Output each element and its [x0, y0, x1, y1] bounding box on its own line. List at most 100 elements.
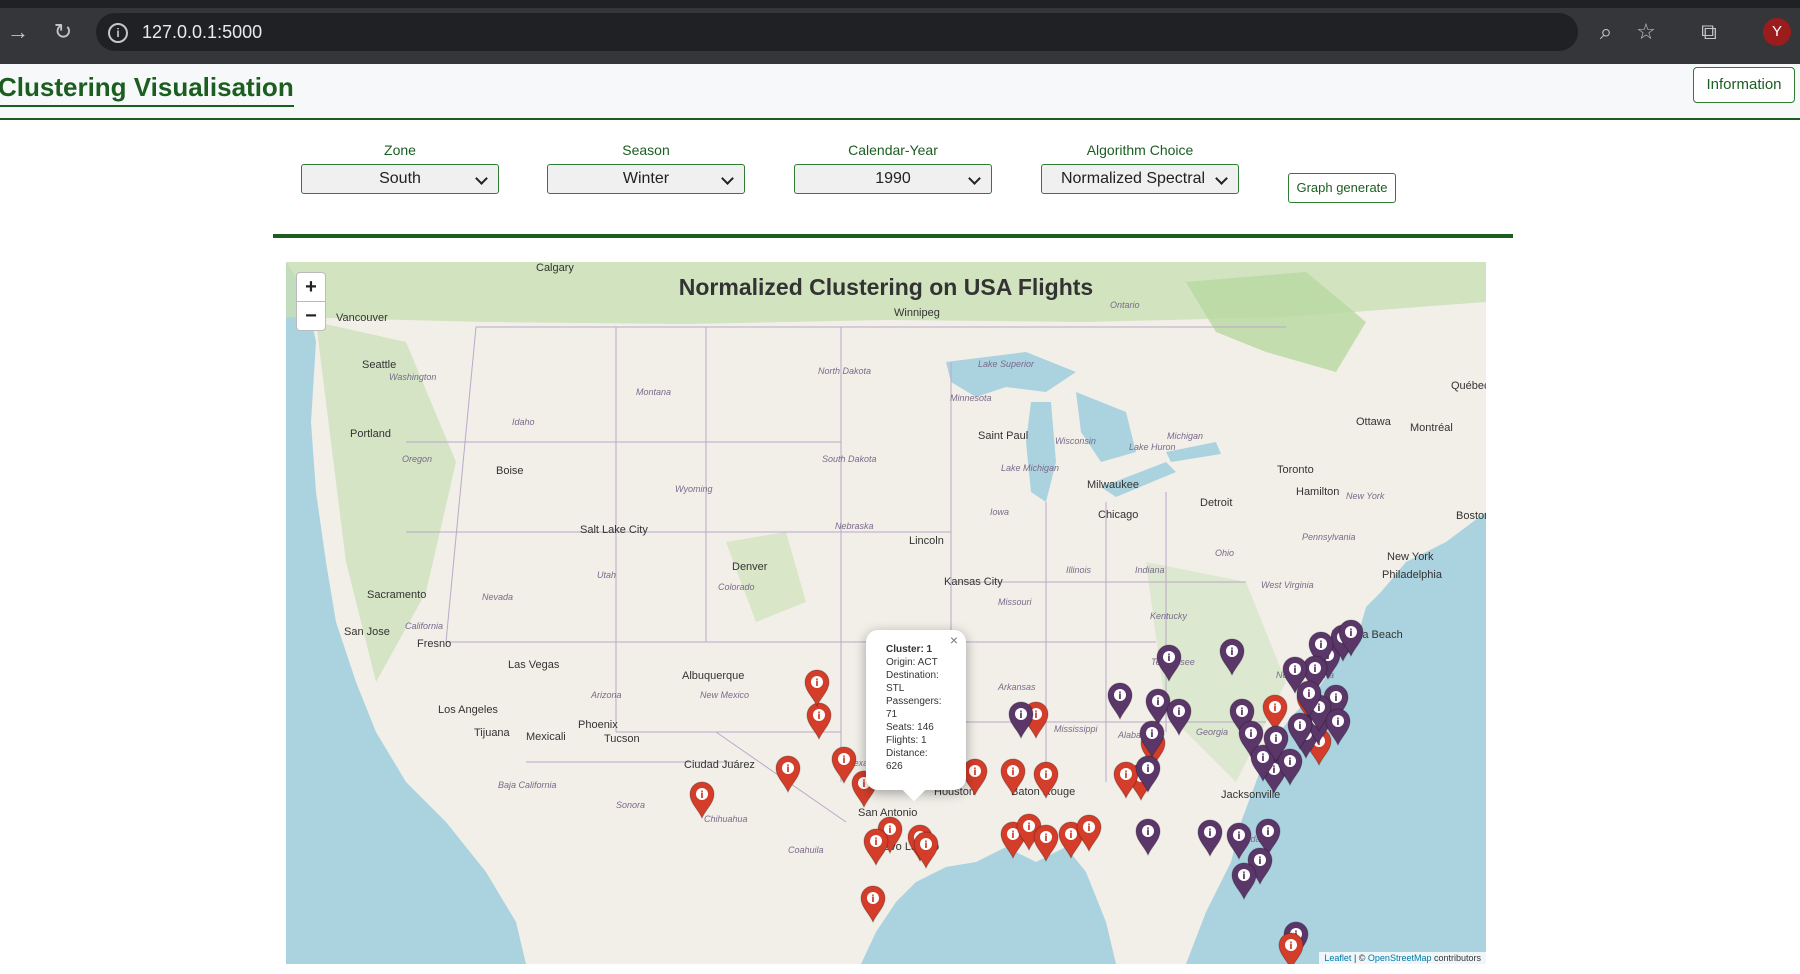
city-label: Ciudad Juárez [684, 759, 755, 771]
zoom-icon[interactable]: ⌕ [1593, 19, 1619, 45]
map-marker[interactable]: i [1106, 682, 1134, 720]
chevron-down-icon [721, 172, 734, 185]
map-marker[interactable]: i [1230, 862, 1258, 900]
map-marker[interactable]: i [1277, 932, 1305, 964]
map-marker[interactable]: i [1225, 822, 1253, 860]
zoom-out-button[interactable]: − [296, 301, 326, 331]
map-marker[interactable]: i [1134, 818, 1162, 856]
forward-icon[interactable]: → [5, 19, 31, 45]
map-marker[interactable]: i [1324, 708, 1352, 746]
chevron-down-icon [1215, 172, 1228, 185]
information-button[interactable]: Information [1693, 67, 1795, 103]
region-label: Sonora [616, 800, 646, 810]
svg-text:i: i [1156, 697, 1159, 708]
page-title: Clustering Visualisation [0, 72, 294, 107]
osm-link[interactable]: OpenStreetMap [1368, 953, 1432, 963]
city-label: Albuquerque [682, 670, 745, 682]
region-label: Nevada [482, 592, 514, 602]
zone-control: Zone South [301, 142, 499, 194]
region-label: California [405, 621, 444, 631]
city-label: Denver [732, 561, 768, 573]
city-label: Calgary [536, 262, 574, 274]
season-label: Season [622, 142, 670, 158]
map-marker[interactable]: i [1075, 814, 1103, 852]
zoom-in-button[interactable]: + [296, 272, 326, 302]
region-label: Idaho [512, 417, 535, 427]
popup-content: Cluster: 1 Origin: ACT Destination: STL … [886, 643, 956, 773]
city-label: Kansas City [944, 576, 1003, 588]
city-label: Boston [1456, 510, 1486, 522]
map-marker[interactable]: i [999, 758, 1027, 796]
svg-text:i: i [973, 767, 976, 778]
svg-text:i: i [1177, 707, 1180, 718]
city-label: Salt Lake City [580, 524, 648, 536]
map-marker[interactable]: i [803, 669, 831, 707]
map-marker[interactable]: i [1138, 720, 1166, 758]
region-label: Georgia [1196, 727, 1229, 737]
leaflet-link[interactable]: Leaflet [1324, 953, 1351, 963]
region-label: Wisconsin [1055, 436, 1096, 446]
region-label: Missouri [998, 597, 1032, 607]
zone-select[interactable]: South [301, 164, 499, 194]
map-marker[interactable]: i [774, 755, 802, 793]
map-marker[interactable]: i [912, 831, 940, 869]
chevron-down-icon [475, 172, 488, 185]
svg-text:i: i [1334, 693, 1337, 704]
site-info-icon[interactable]: i [108, 23, 128, 43]
season-select[interactable]: Winter [547, 164, 745, 194]
map-marker[interactable]: i [1134, 755, 1162, 793]
map-marker[interactable]: i [1165, 698, 1193, 736]
svg-text:i: i [1230, 647, 1233, 658]
map-marker[interactable]: i [1337, 619, 1365, 657]
address-bar[interactable]: i 127.0.0.1:5000 [96, 13, 1578, 51]
app-header: Clustering Visualisation Information [0, 64, 1800, 120]
map-marker[interactable]: i [688, 781, 716, 819]
svg-text:i: i [862, 779, 865, 790]
algorithm-select[interactable]: Normalized Spectral [1041, 164, 1239, 194]
svg-text:i: i [700, 790, 703, 801]
region-label: Oregon [402, 454, 433, 464]
svg-text:i: i [874, 837, 877, 848]
city-label: Los Angeles [438, 704, 498, 716]
svg-text:i: i [1124, 770, 1127, 781]
svg-text:i: i [1146, 827, 1149, 838]
region-label: Colorado [718, 582, 755, 592]
graph-generate-button[interactable]: Graph generate [1288, 173, 1396, 203]
city-label: Milwaukee [1087, 479, 1139, 491]
extensions-icon[interactable]: ⧉ [1696, 19, 1722, 45]
map-marker[interactable]: i [1218, 638, 1246, 676]
city-label: Québec [1451, 380, 1486, 392]
popup-line: Flights: 1 [886, 735, 927, 746]
map-marker[interactable]: i [805, 702, 833, 740]
map-marker[interactable]: i [859, 885, 887, 923]
svg-text:i: i [1167, 653, 1170, 664]
city-label: Las Vegas [508, 659, 560, 671]
flight-cluster-map[interactable]: Normalized Clustering on USA Flights + −… [286, 262, 1486, 964]
svg-text:i: i [1293, 665, 1296, 676]
bookmark-star-icon[interactable]: ☆ [1633, 19, 1659, 45]
svg-text:i: i [1273, 703, 1276, 714]
region-label: Baja California [498, 780, 557, 790]
map-marker[interactable]: i [1155, 644, 1183, 682]
map-marker[interactable]: i [862, 828, 890, 866]
year-select[interactable]: 1990 [794, 164, 992, 194]
map-marker[interactable]: i [1032, 824, 1060, 862]
city-label: Ottawa [1356, 416, 1391, 428]
city-label: Mexicali [526, 731, 566, 743]
profile-avatar[interactable]: Y [1763, 18, 1791, 46]
map-marker[interactable]: i [1007, 701, 1035, 739]
city-label: Fresno [417, 638, 452, 650]
region-label: Lake Superior [978, 359, 1035, 369]
svg-text:i: i [1274, 734, 1277, 745]
map-marker[interactable]: i [1295, 680, 1323, 718]
reload-icon[interactable]: ↻ [50, 19, 76, 45]
svg-text:i: i [1319, 640, 1322, 651]
svg-text:i: i [1242, 871, 1245, 882]
map-attribution: Leaflet | © OpenStreetMap contributors [1319, 952, 1486, 964]
map-marker[interactable]: i [1032, 761, 1060, 799]
svg-text:i: i [1146, 764, 1149, 775]
map-marker[interactable]: i [1196, 819, 1224, 857]
section-divider [273, 234, 1513, 238]
popup-line: Destination: [886, 670, 939, 681]
region-label: Ohio [1215, 548, 1235, 558]
